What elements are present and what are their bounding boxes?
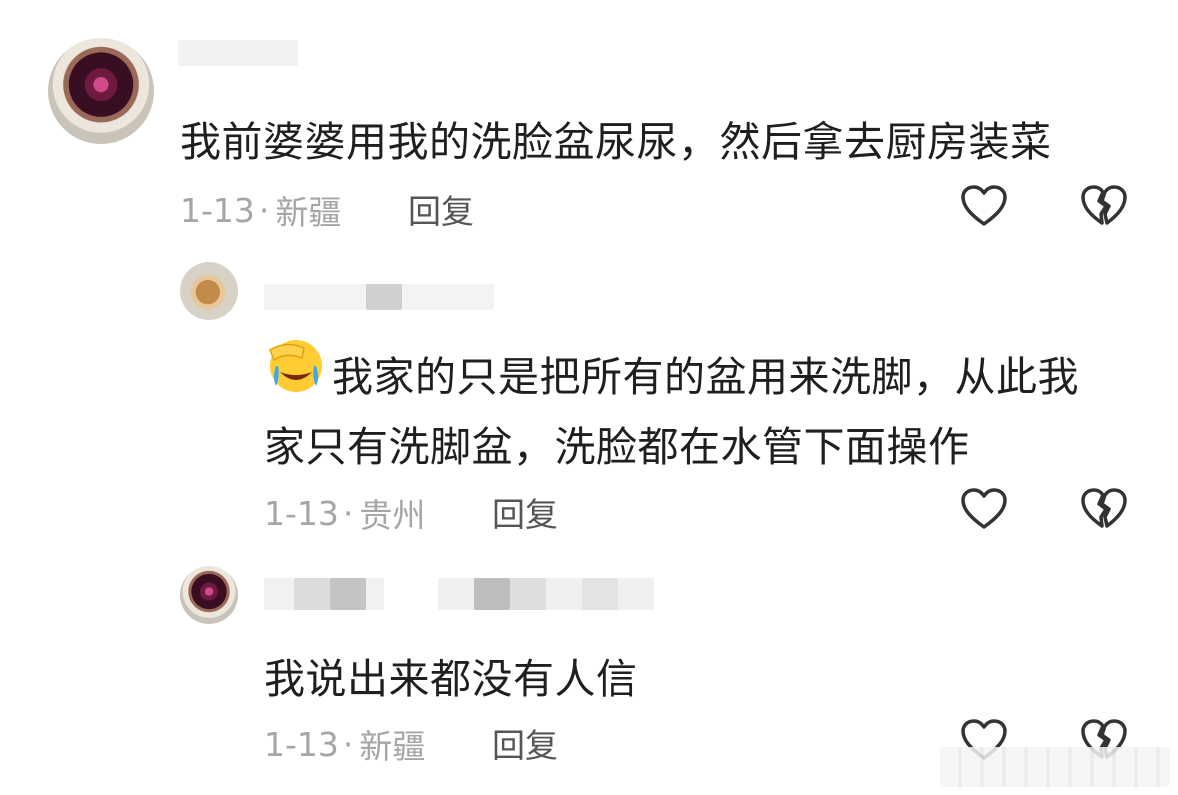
avatar-commenter-1[interactable] — [48, 38, 154, 144]
comment-meta-1: 1-13 · 新疆 — [180, 186, 341, 234]
comment-text-1: 我前婆婆用我的洗脸盆尿尿，然后拿去厨房装菜 — [180, 118, 1052, 166]
comment-text-3: 我说出来都没有人信 — [264, 655, 638, 703]
comment-location: 新疆 — [359, 727, 426, 766]
reply-button-1[interactable]: 回复 — [408, 185, 474, 233]
avatar-commenter-2[interactable] — [180, 262, 238, 320]
heart-outline-icon[interactable] — [960, 184, 1008, 228]
meta-separator: · — [342, 724, 354, 764]
reply-button-3[interactable]: 回复 — [492, 719, 558, 767]
comment-date: 1-13 — [180, 190, 255, 230]
meta-separator: · — [342, 493, 354, 533]
username-blurred-2[interactable] — [264, 284, 494, 310]
comment-text-2-line-1: 我家的只是把所有的盆用来洗脚，从此我 — [332, 353, 1079, 401]
facepalm-crying-emoji — [269, 340, 322, 392]
comment-date: 1-13 — [264, 724, 339, 764]
comment-date: 1-13 — [264, 493, 339, 533]
comment-text-2-line-2: 家只有洗脚盆，洗脸都在水管下面操作 — [264, 423, 970, 471]
watermark-blurred — [940, 747, 1170, 787]
reply-button-2[interactable]: 回复 — [492, 488, 558, 536]
comment-meta-2: 1-13 · 贵州 — [264, 489, 425, 537]
comment-location: 贵州 — [359, 496, 426, 535]
avatar-commenter-3[interactable] — [180, 566, 238, 624]
comment-meta-3: 1-13 · 新疆 — [264, 720, 425, 768]
broken-heart-icon[interactable] — [1080, 184, 1128, 228]
broken-heart-icon[interactable] — [1080, 487, 1128, 531]
username-blurred-1[interactable] — [178, 40, 298, 66]
username-blurred-3[interactable] — [264, 578, 654, 610]
comment-location: 新疆 — [275, 193, 342, 232]
heart-outline-icon[interactable] — [960, 487, 1008, 531]
meta-separator: · — [258, 190, 270, 230]
